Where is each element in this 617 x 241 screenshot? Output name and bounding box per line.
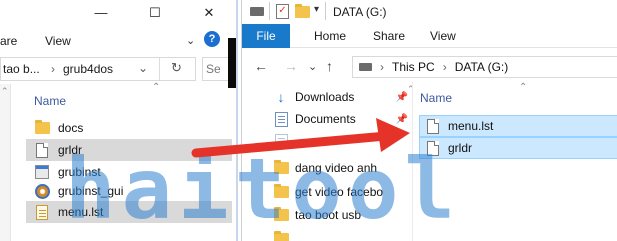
navigation-pane: ⌃ ↓ Downloads 📌 Documents 📌 dang video a… <box>242 82 415 241</box>
tree-item-label: tao boot usb <box>295 208 362 222</box>
tab-share[interactable]: Share <box>373 29 405 43</box>
column-header-name[interactable]: Name <box>34 94 66 108</box>
tree-item-partial <box>272 228 412 241</box>
right-navigation-bar: ← → ⌄ ↑ › This PC › DATA (G:) <box>242 52 617 80</box>
left-nav-pane: ⌃ <box>0 84 11 241</box>
left-ribbon: are View ⌄ <box>0 28 232 50</box>
file-row-grubinst-gui[interactable]: grubinst_gui <box>26 180 232 202</box>
documents-icon <box>272 111 290 127</box>
file-row-grldr[interactable]: grldr <box>26 139 232 161</box>
file-name: grldr <box>58 143 83 157</box>
breadcrumb-drive[interactable]: DATA (G:) <box>455 60 509 74</box>
folder-icon <box>272 133 290 149</box>
folder-icon <box>272 231 290 241</box>
breadcrumb-separator: › <box>51 62 55 76</box>
tab-view[interactable]: View <box>45 34 71 48</box>
back-arrow-icon[interactable]: ← <box>254 58 268 74</box>
file-name: grubinst <box>58 165 101 179</box>
properties-icon[interactable]: ✓ <box>276 4 289 19</box>
file-icon <box>424 118 442 134</box>
sort-indicator-icon: ⌃ <box>152 82 161 93</box>
maximize-button[interactable]: ☐ <box>132 0 178 25</box>
minimize-button[interactable]: — <box>78 0 124 25</box>
tab-share[interactable]: are <box>0 34 17 48</box>
forward-arrow-icon[interactable]: → <box>284 58 298 74</box>
right-explorer-window: ✓ ▾ DATA (G:) File Home Share View ← → ⌄… <box>241 0 617 241</box>
file-icon <box>424 140 442 156</box>
sort-indicator-icon: ⌃ <box>519 82 528 93</box>
address-divider <box>159 58 160 80</box>
breadcrumb-parent[interactable]: tao b... <box>3 62 40 76</box>
right-title-bar: ✓ ▾ DATA (G:) <box>242 0 617 24</box>
folder-icon <box>32 119 52 137</box>
file-row-menu-lst[interactable]: menu.lst <box>26 201 232 223</box>
file-row-docs[interactable]: docs <box>26 117 232 139</box>
tree-item-documents[interactable]: Documents 📌 <box>272 108 412 130</box>
left-window-edge <box>0 5 14 17</box>
file-name: grubinst_gui <box>58 184 124 198</box>
tree-item-label: get video facebo <box>295 185 384 199</box>
file-icon <box>32 141 52 159</box>
left-explorer-window: — ☐ ✕ are View ⌄ ? tao b... › grub4dos ⌄… <box>0 0 232 241</box>
breadcrumb-current[interactable]: grub4dos <box>63 62 113 76</box>
file-list: Name ⌃ menu.lst grldr <box>413 82 617 241</box>
gear-app-icon <box>32 182 52 200</box>
file-name: docs <box>58 121 84 135</box>
file-name: grldr <box>448 141 473 155</box>
tree-item-dang-video-anh[interactable]: dang video anh <box>272 157 412 179</box>
tree-item-tao-boot-usb[interactable]: tao boot usb <box>272 204 412 226</box>
scroll-up-icon[interactable]: ⌃ <box>1 86 9 97</box>
pin-icon[interactable]: 📌 <box>396 114 408 125</box>
recent-dropdown-icon[interactable]: ⌄ <box>308 60 317 73</box>
tab-view[interactable]: View <box>430 29 456 43</box>
collapse-ribbon-icon[interactable]: ⌄ <box>186 34 195 47</box>
title-divider-2 <box>325 2 326 20</box>
window-title: DATA (G:) <box>333 5 387 19</box>
breadcrumb-separator: › <box>380 60 384 74</box>
folder-icon <box>272 184 290 198</box>
tree-item-hidden <box>272 130 412 152</box>
tree-item-downloads[interactable]: ↓ Downloads 📌 <box>272 86 412 108</box>
background-strip <box>228 38 236 88</box>
pin-icon[interactable]: 📌 <box>396 92 408 103</box>
tree-item-get-video-facebook[interactable]: get video facebo <box>272 181 412 203</box>
folder-icon <box>272 160 290 174</box>
right-address-bar[interactable]: › This PC › DATA (G:) <box>352 56 617 78</box>
file-row-menu-lst[interactable]: menu.lst <box>419 115 617 137</box>
folder-icon <box>272 207 290 221</box>
tree-item-label: dang video anh <box>295 161 378 175</box>
file-name: menu.lst <box>448 119 494 133</box>
column-header-name[interactable]: Name <box>420 91 452 105</box>
tree-item-label: Downloads <box>295 90 355 104</box>
up-arrow-icon[interactable]: ↑ <box>326 58 333 74</box>
left-title-bar: — ☐ ✕ <box>0 0 232 25</box>
pc-drive-icon <box>359 63 372 71</box>
new-folder-icon[interactable] <box>295 4 310 18</box>
address-dropdown-icon[interactable]: ⌄ <box>138 61 148 75</box>
tab-home[interactable]: Home <box>314 29 346 43</box>
window-border <box>236 0 238 241</box>
quick-access-dropdown-icon[interactable]: ▾ <box>314 4 319 15</box>
refresh-icon[interactable]: ↻ <box>171 60 182 76</box>
tab-file[interactable]: File <box>242 24 290 48</box>
app-icon <box>32 163 52 181</box>
right-ribbon: File Home Share View <box>242 24 617 48</box>
help-icon[interactable]: ? <box>204 31 220 47</box>
file-row-grldr[interactable]: grldr <box>419 137 617 159</box>
left-address-bar[interactable]: tao b... › grub4dos ⌄ ↻ <box>0 57 196 81</box>
file-name: menu.lst <box>58 205 104 219</box>
breadcrumb-this-pc[interactable]: This PC <box>392 60 435 74</box>
title-divider <box>269 2 270 20</box>
breadcrumb-separator: › <box>442 60 447 74</box>
drive-icon <box>250 7 264 16</box>
tree-item-label: Documents <box>295 112 356 126</box>
close-button[interactable]: ✕ <box>186 0 232 25</box>
download-icon: ↓ <box>277 89 285 105</box>
text-file-icon <box>32 203 52 221</box>
